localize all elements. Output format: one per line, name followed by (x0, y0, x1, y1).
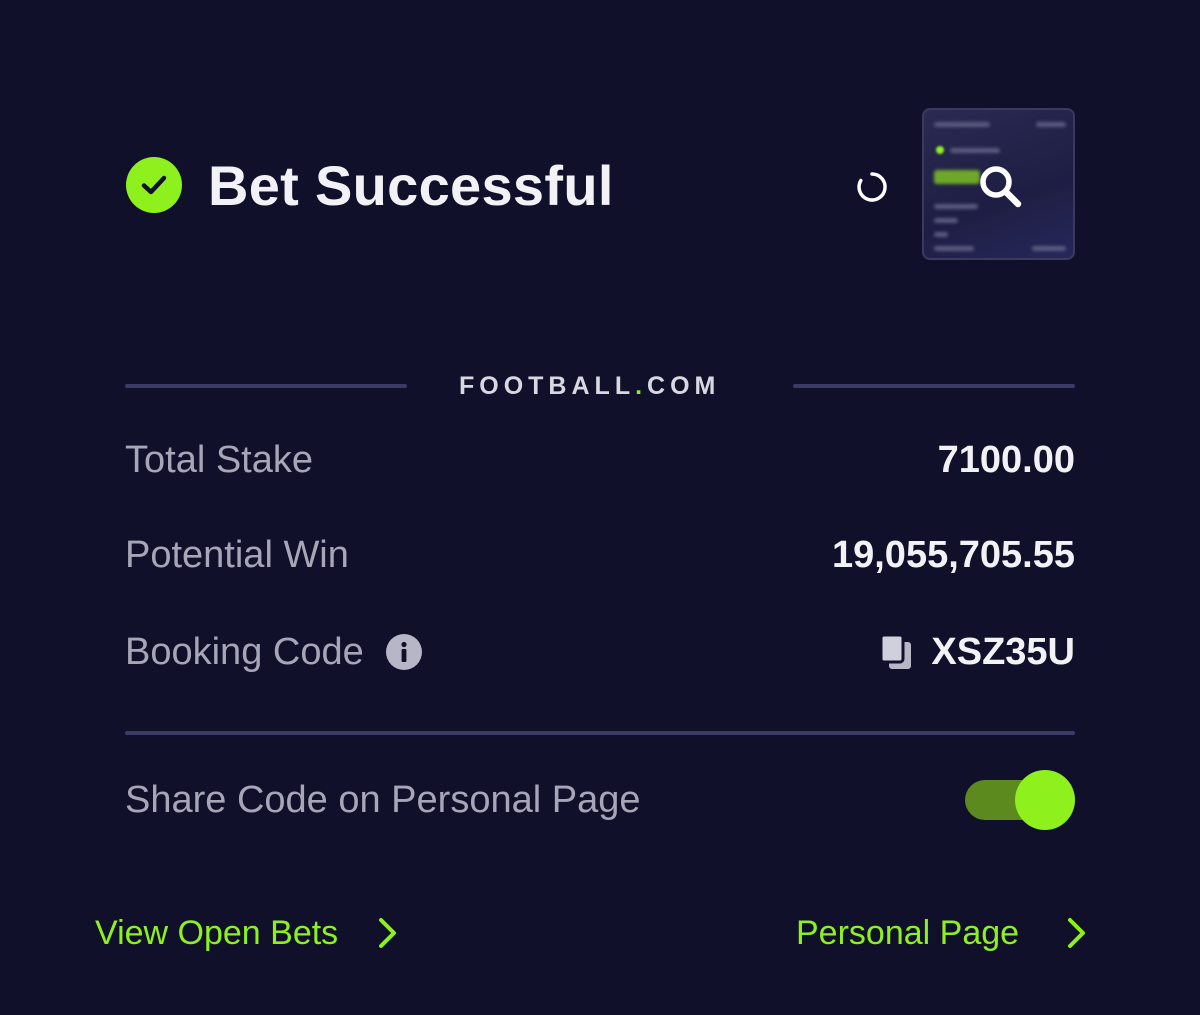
thumb-line (934, 218, 958, 223)
booking-code-row: Booking Code XSZ35U (125, 627, 1075, 677)
page-title: Bet Successful (208, 153, 614, 217)
chevron-right-icon (379, 918, 397, 948)
info-icon[interactable] (385, 634, 422, 670)
thumb-line (934, 170, 980, 184)
total-stake-row: Total Stake 7100.00 (125, 435, 1075, 485)
divider-line (125, 384, 407, 388)
personal-page-label: Personal Page (796, 913, 1020, 952)
status-header: Bet Successful (126, 150, 614, 220)
brand-suffix: COM (647, 372, 721, 400)
bet-confirmation-panel: Bet Successful FOOTBALL.COM Total Stake … (0, 0, 1200, 1015)
personal-page-link[interactable]: Personal Page (796, 908, 1089, 958)
thumb-line (934, 246, 974, 251)
potential-win-value: 19,055,705.55 (831, 533, 1075, 576)
view-open-bets-label: View Open Bets (95, 913, 339, 952)
booking-code-label: Booking Code (125, 630, 364, 673)
magnifier-icon (980, 166, 1022, 208)
copy-icon[interactable] (879, 633, 913, 671)
brand-divider: FOOTBALL.COM (125, 370, 1075, 400)
chevron-right-icon (1068, 918, 1086, 948)
total-stake-value: 7100.00 (937, 438, 1075, 481)
check-circle-icon (126, 157, 182, 213)
share-code-toggle[interactable] (965, 770, 1075, 830)
booking-code-value: XSZ35U (931, 630, 1075, 673)
booking-code-value-group[interactable]: XSZ35U (879, 631, 1075, 674)
share-code-label: Share Code on Personal Page (125, 778, 641, 821)
potential-win-row: Potential Win 19,055,705.55 (125, 530, 1075, 580)
brand-dot: . (635, 372, 648, 400)
thumb-dot (936, 146, 944, 154)
view-open-bets-link[interactable]: View Open Bets (95, 908, 400, 958)
thumb-line (934, 232, 948, 237)
thumb-line (1032, 246, 1066, 251)
thumb-line (934, 122, 990, 127)
brand-logo: FOOTBALL.COM (459, 372, 720, 401)
thumb-line (934, 204, 978, 209)
thumb-line (950, 148, 1000, 153)
booking-code-label-group: Booking Code (125, 631, 422, 674)
bet-slip-preview-thumbnail[interactable] (922, 108, 1075, 260)
total-stake-label: Total Stake (125, 438, 313, 481)
potential-win-label: Potential Win (125, 533, 349, 576)
toggle-knob (1015, 770, 1075, 830)
thumb-line (1036, 122, 1066, 127)
share-code-row: Share Code on Personal Page (125, 770, 1075, 830)
section-divider (125, 731, 1075, 735)
spinner-icon (857, 172, 887, 202)
divider-line (793, 384, 1075, 388)
brand-name: FOOTBALL (459, 372, 636, 400)
